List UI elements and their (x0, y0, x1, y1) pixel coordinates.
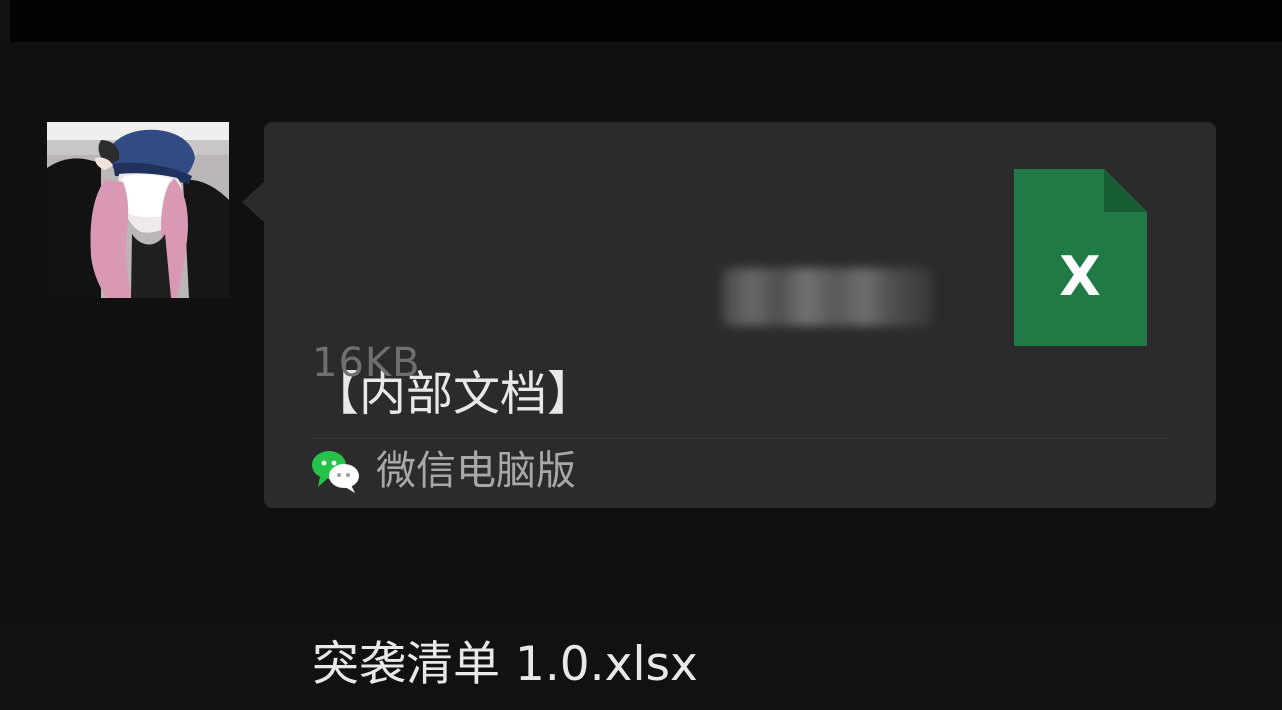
message-source: 微信电脑版 (310, 445, 576, 497)
file-size: 16KB (312, 340, 421, 386)
file-title-line2: 突袭清单 1.0.xlsx (312, 637, 698, 692)
excel-file-icon[interactable]: X (1014, 169, 1147, 346)
sender-avatar[interactable] (47, 122, 229, 298)
bubble-tail (242, 180, 266, 224)
wechat-icon (312, 451, 359, 493)
top-bar (10, 0, 1282, 42)
source-label: 微信电脑版 (376, 448, 576, 494)
message-divider (312, 438, 1168, 439)
file-title[interactable]: 【内部文档】 突袭清单 1.0.xlsx (312, 170, 992, 710)
excel-icon-letter: X (1059, 245, 1101, 308)
redacted-text-block (722, 268, 932, 326)
avatar-image (47, 122, 229, 298)
excel-icon-graphic: X (1014, 169, 1147, 346)
